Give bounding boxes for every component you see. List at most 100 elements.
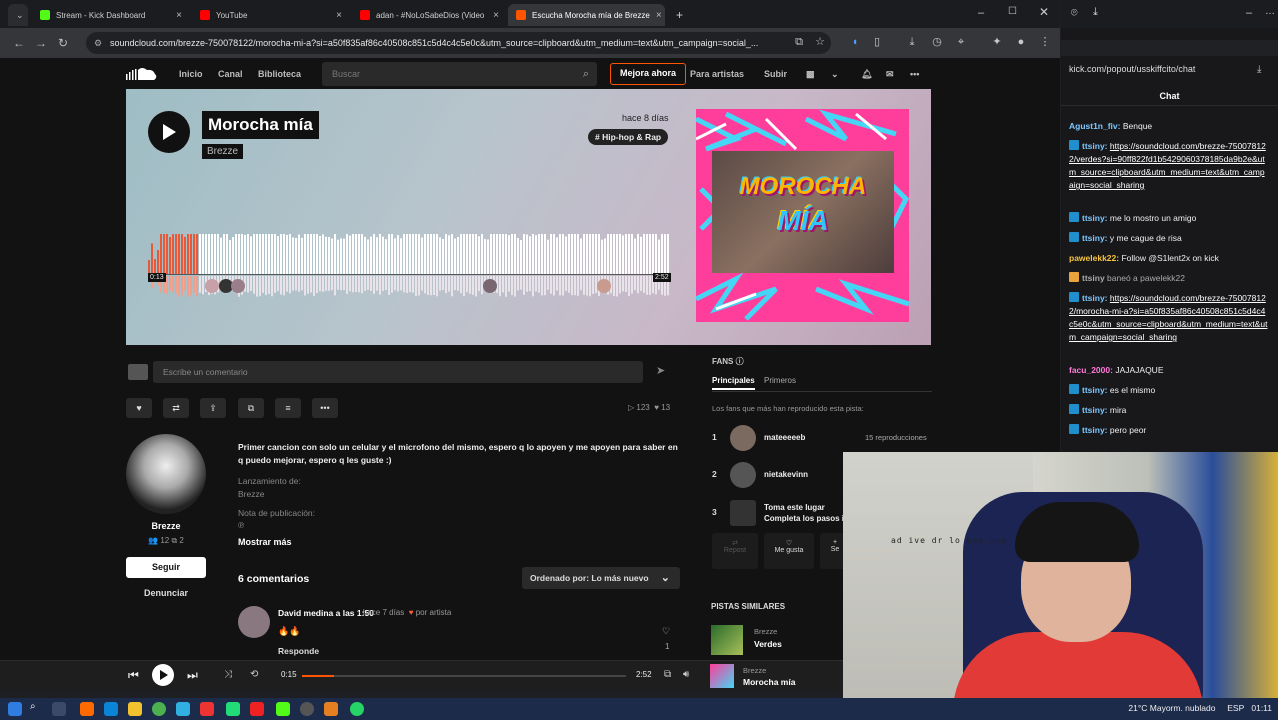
close-icon[interactable]: ×: [336, 10, 342, 21]
tab-soundcloud[interactable]: Escucha Morocha mía de Brezze ×: [508, 4, 665, 26]
comment-like-icon[interactable]: ♡: [662, 626, 670, 637]
comment-input[interactable]: Escribe un comentario: [153, 361, 643, 383]
url-input[interactable]: ⚙ soundcloud.com/brezze-750078122/moroch…: [86, 32, 831, 54]
chat-username[interactable]: ttsiny: [1082, 273, 1107, 283]
kick-icon[interactable]: [276, 702, 290, 716]
add-to-playlist-button[interactable]: ≡: [275, 398, 301, 418]
chat-username[interactable]: ttsiny:: [1082, 141, 1110, 151]
location-icon[interactable]: ⌖: [954, 35, 968, 49]
app-icon[interactable]: [176, 702, 190, 716]
copy-link-button[interactable]: ⧉: [238, 398, 264, 418]
download-icon[interactable]: ⤓: [905, 35, 919, 49]
reply-button[interactable]: Responde: [278, 646, 319, 656]
whatsapp-icon[interactable]: [350, 702, 364, 716]
previous-icon[interactable]: ⏮: [128, 668, 139, 683]
chat-username[interactable]: ttsiny:: [1082, 425, 1110, 435]
info-icon[interactable]: ⓘ: [736, 357, 744, 366]
maximize-icon[interactable]: ☐: [1008, 6, 1017, 17]
nav-home[interactable]: Inicio: [179, 69, 203, 79]
profile-icon[interactable]: ●: [1014, 35, 1028, 49]
forward-icon[interactable]: →: [30, 36, 52, 50]
minimize-icon[interactable]: –: [1246, 7, 1252, 19]
now-playing-cover[interactable]: [710, 664, 734, 688]
app-icon[interactable]: [104, 702, 118, 716]
repeat-icon[interactable]: ⟲: [250, 669, 258, 680]
upgrade-button[interactable]: Mejora ahora: [610, 63, 686, 85]
now-playing-artist[interactable]: Brezze: [743, 666, 766, 675]
genre-tag[interactable]: # Hip-hop & Rap: [588, 129, 669, 145]
player-play-button[interactable]: [152, 664, 174, 686]
waveform-comment-avatar[interactable]: [597, 279, 611, 293]
system-tray[interactable]: 21°C Mayorm. nublado ESP 01:11: [1128, 703, 1272, 713]
app-icon[interactable]: [226, 702, 240, 716]
extension-icon[interactable]: ◖: [848, 35, 862, 49]
volume-icon[interactable]: 🔊︎: [683, 669, 689, 680]
like-button[interactable]: ♥: [126, 398, 152, 418]
repost-button[interactable]: ⇄ Repost: [712, 533, 758, 569]
repost-button[interactable]: ⇄: [163, 398, 189, 418]
app-icon[interactable]: [324, 702, 338, 716]
app-icon[interactable]: [250, 702, 264, 716]
chat-username[interactable]: ttsiny:: [1082, 213, 1110, 223]
shuffle-icon[interactable]: ⤨: [224, 669, 232, 680]
start-icon[interactable]: [8, 702, 22, 716]
avatar[interactable]: ▩: [806, 69, 815, 80]
more-button[interactable]: •••: [312, 398, 338, 418]
chevron-down-icon[interactable]: ⌄: [831, 69, 839, 80]
task-view-icon[interactable]: [52, 702, 66, 716]
chrome-icon[interactable]: [152, 702, 166, 716]
waveform[interactable]: [148, 234, 670, 304]
commenter-avatar[interactable]: [238, 606, 270, 638]
send-icon[interactable]: ➤: [656, 364, 665, 377]
nav-feed[interactable]: Canal: [218, 69, 243, 79]
messages-icon[interactable]: ✉: [886, 69, 894, 80]
tab-list-button[interactable]: ⌄: [8, 4, 28, 26]
tab-youtube[interactable]: YouTube ×: [192, 4, 350, 26]
bookmark-star-icon[interactable]: ☆: [813, 35, 827, 49]
next-icon[interactable]: ⏭: [187, 668, 198, 683]
tab-youtube-video[interactable]: adan - #NoLoSabeDios (Video ×: [352, 4, 507, 26]
chat-url[interactable]: kick.com/popout/usskiffcito/chat: [1069, 64, 1195, 74]
chat-username[interactable]: ttsiny:: [1082, 405, 1110, 415]
close-icon[interactable]: ×: [656, 10, 662, 21]
progress-bar[interactable]: [302, 675, 626, 677]
soundcloud-logo-icon[interactable]: [126, 67, 158, 81]
chat-username[interactable]: ttsiny:: [1082, 293, 1110, 303]
cast-icon[interactable]: ⧉: [792, 35, 806, 49]
waveform-comment-avatar[interactable]: [483, 279, 497, 293]
chat-username[interactable]: ttsiny:: [1082, 385, 1110, 395]
track-artist[interactable]: Brezze: [202, 144, 244, 159]
now-playing-title[interactable]: Morocha mía: [743, 677, 795, 687]
nav-library[interactable]: Biblioteca: [258, 69, 301, 79]
close-icon[interactable]: ×: [493, 10, 499, 21]
chat-username[interactable]: facu_2000:: [1069, 365, 1115, 375]
like-button[interactable]: ♡ Me gusta: [764, 533, 814, 569]
download-icon[interactable]: ⤓: [1257, 64, 1261, 75]
waveform-comment-avatar[interactable]: [219, 279, 233, 293]
download-icon[interactable]: ⤓: [1093, 6, 1098, 19]
mini-player-icon[interactable]: ⧉: [664, 669, 671, 680]
sidebar-icon[interactable]: ▯: [870, 35, 884, 49]
chat-username[interactable]: ttsiny:: [1082, 233, 1110, 243]
folder-icon[interactable]: [128, 702, 142, 716]
share-button[interactable]: ⇪: [200, 398, 226, 418]
nav-for-artists[interactable]: Para artistas: [690, 69, 744, 79]
tab-principales[interactable]: Principales: [712, 376, 755, 390]
show-more-link[interactable]: Mostrar más: [238, 537, 292, 547]
artist-avatar[interactable]: [126, 434, 206, 514]
history-icon[interactable]: ◷: [930, 35, 944, 49]
chat-app-icon[interactable]: ⌾: [1071, 7, 1078, 20]
window-close-icon[interactable]: ✕: [1039, 5, 1049, 19]
nav-upload[interactable]: Subir: [764, 69, 787, 79]
chat-username[interactable]: pawelekk22:: [1069, 253, 1121, 263]
obs-icon[interactable]: [300, 702, 314, 716]
tab-primeros[interactable]: Primeros: [764, 376, 796, 385]
play-button[interactable]: [148, 111, 190, 153]
waveform-comment-avatar[interactable]: [205, 279, 219, 293]
report-button[interactable]: Denunciar: [126, 588, 206, 598]
follow-button[interactable]: Seguir: [126, 557, 206, 578]
fan-row[interactable]: 1 mateeeeeb 15 reproducciones: [712, 425, 937, 451]
site-info-icon[interactable]: ⚙: [94, 32, 102, 54]
artist-name[interactable]: Brezze: [126, 521, 206, 531]
more-icon[interactable]: •••: [910, 69, 919, 79]
